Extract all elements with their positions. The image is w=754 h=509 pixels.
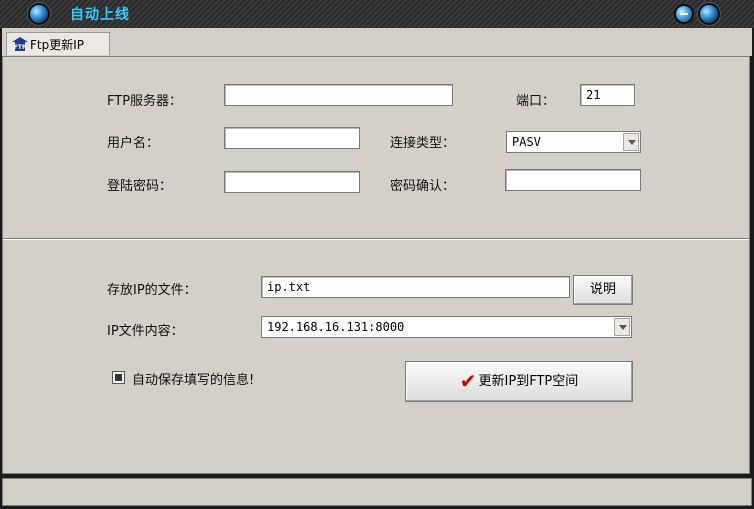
connection-type-value: PASV: [512, 135, 541, 149]
app-orb-icon: [30, 5, 48, 23]
window-title: 自动上线: [70, 7, 130, 23]
title-bar: 自动上线: [0, 0, 754, 28]
section-divider: [3, 238, 749, 240]
ip-file-input[interactable]: ip.txt: [261, 276, 570, 298]
ip-content-label: IP文件内容：: [107, 324, 184, 339]
confirm-password-label: 密码确认：: [390, 179, 456, 194]
username-input[interactable]: [224, 127, 360, 149]
autosave-label: 自动保存填写的信息!: [132, 373, 255, 388]
password-input[interactable]: [224, 171, 360, 193]
ip-file-label: 存放IP的文件：: [107, 283, 197, 298]
status-bar: [2, 478, 752, 506]
password-label: 登陆密码：: [107, 179, 173, 194]
ip-content-select[interactable]: 192.168.16.131:8000: [261, 316, 632, 338]
tab-strip: FTP Ftp更新IP: [2, 28, 752, 56]
port-label: 端口：: [516, 94, 556, 109]
tab-ftp-update-ip[interactable]: FTP Ftp更新IP: [6, 32, 110, 55]
ftp-server-label: FTP服务器：: [107, 94, 183, 109]
chevron-down-icon[interactable]: [623, 133, 639, 151]
autosave-checkbox[interactable]: [112, 371, 125, 384]
minimize-button[interactable]: [676, 6, 692, 22]
confirm-password-input[interactable]: [505, 169, 641, 191]
main-panel: FTP服务器： 端口： 21 用户名： 连接类型： PASV 登陆密码： 密码确…: [2, 56, 750, 474]
port-input[interactable]: 21: [580, 84, 635, 106]
checkmark-icon: ✔: [459, 369, 477, 393]
explain-button[interactable]: 说明: [573, 275, 633, 305]
update-ip-button[interactable]: ✔ 更新IP到FTP空间: [405, 361, 633, 402]
ftp-icon: FTP: [12, 37, 28, 51]
username-label: 用户名：: [107, 136, 160, 151]
ip-content-value: 192.168.16.131:8000: [267, 320, 405, 334]
close-button[interactable]: [700, 5, 718, 23]
chevron-down-icon[interactable]: [614, 318, 630, 336]
connection-type-label: 连接类型：: [390, 136, 456, 151]
ftp-server-input[interactable]: [224, 84, 453, 106]
tab-label: Ftp更新IP: [30, 38, 85, 52]
update-ip-button-label: 更新IP到FTP空间: [478, 374, 579, 389]
connection-type-select[interactable]: PASV: [506, 131, 641, 153]
svg-text:FTP: FTP: [14, 44, 27, 51]
